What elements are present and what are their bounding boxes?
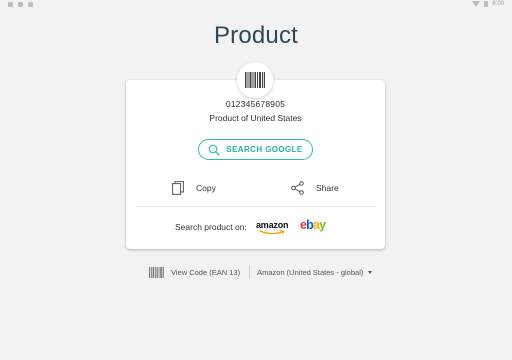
battery-icon — [484, 1, 489, 7]
copy-button[interactable]: Copy — [172, 179, 216, 197]
barcode-number: 012345678905 — [225, 99, 286, 109]
search-icon — [208, 144, 220, 156]
amazon-logo-button[interactable]: amazon — [256, 220, 289, 235]
notification-icon — [18, 2, 23, 7]
share-icon — [291, 181, 304, 195]
notification-icon — [8, 2, 13, 7]
copy-icon — [172, 181, 184, 195]
ebay-logo-button[interactable]: ebay — [300, 218, 326, 232]
view-code-button[interactable]: View Code (EAN 13) — [149, 266, 241, 278]
search-google-button[interactable]: SEARCH GOOGLE — [198, 139, 313, 160]
store-region-value: Amazon (United States - global) — [257, 267, 364, 277]
view-code-label: View Code (EAN 13) — [171, 267, 241, 277]
notification-icon — [28, 2, 33, 7]
footer-bar: View Code (EAN 13) Amazon (United States… — [149, 265, 373, 279]
caret-down-icon — [368, 270, 373, 274]
footer-divider — [249, 265, 251, 279]
amazon-wordmark: amazon — [256, 220, 289, 230]
search-product-on-label: Search product on: — [175, 222, 247, 232]
barcode-icon — [245, 72, 265, 88]
ebay-letter-b: b — [306, 218, 314, 232]
status-bar: 6:00 — [0, 0, 512, 10]
product-origin: Product of United States — [209, 113, 302, 123]
page-title: Product — [213, 22, 299, 49]
wifi-icon — [472, 1, 481, 7]
notification-icons — [8, 2, 33, 7]
amazon-smile-icon — [259, 230, 285, 235]
card-divider — [136, 206, 376, 207]
ebay-letter-y: y — [319, 218, 326, 232]
store-region-dropdown[interactable]: Amazon (United States - global) — [257, 267, 373, 277]
barcode-badge — [237, 62, 273, 98]
barcode-icon — [149, 266, 164, 278]
search-google-label: SEARCH GOOGLE — [226, 145, 303, 154]
status-time: 6:00 — [492, 1, 504, 7]
copy-label: Copy — [196, 183, 216, 193]
share-button[interactable]: Share — [291, 179, 339, 197]
status-icons: 6:00 — [472, 1, 504, 7]
share-label: Share — [316, 183, 339, 193]
